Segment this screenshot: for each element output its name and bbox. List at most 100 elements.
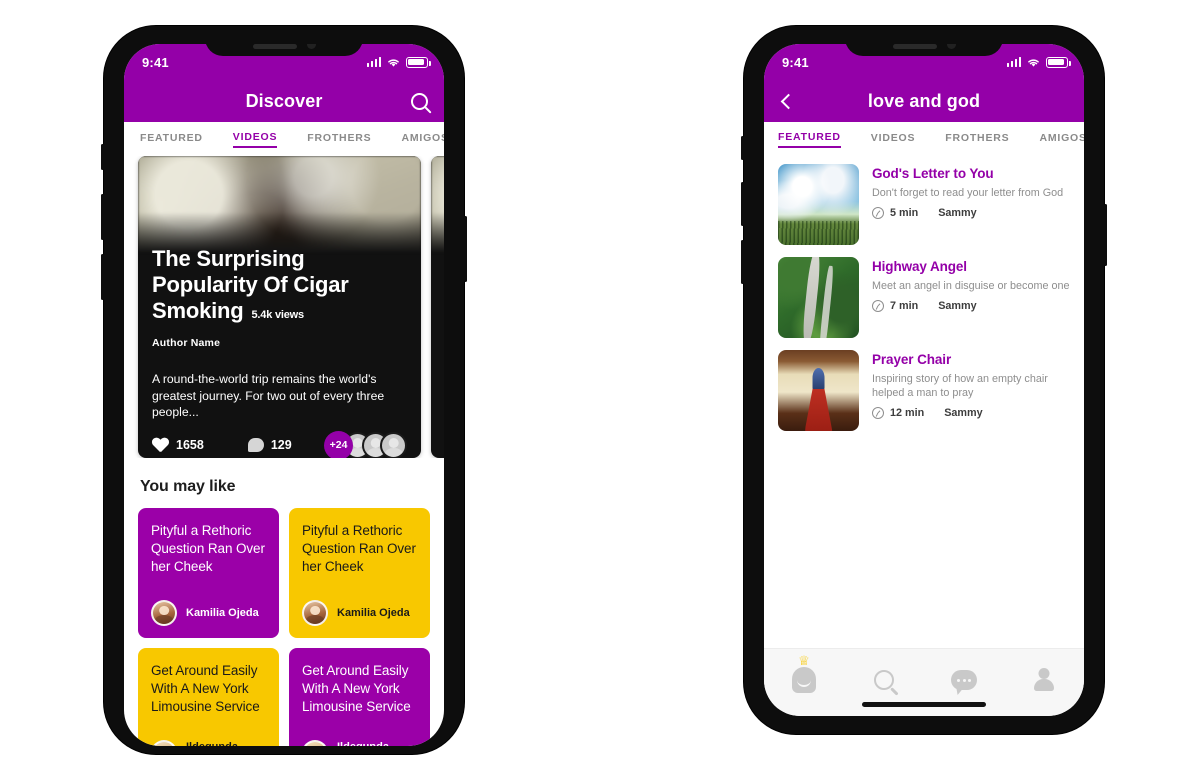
featured-card-image (138, 156, 421, 252)
list-item-description: Meet an angel in disguise or become one (872, 280, 1070, 292)
back-button[interactable] (780, 93, 797, 109)
list-item-description: Inspiring story of how an empty chair he… (872, 373, 1048, 399)
earpiece-speaker (252, 44, 297, 49)
clock-icon (872, 207, 884, 219)
recommendation-tile[interactable]: Pityful a Rethoric Question Ran Over her… (289, 508, 430, 638)
left-phone-screen: 9:41 Discover FEATURED VIDEOS FROTHERS A… (124, 44, 444, 746)
like-stat[interactable]: 1658 (152, 438, 204, 453)
tabbar-item-messages[interactable] (924, 663, 1004, 697)
featured-author: Author Name (152, 337, 221, 349)
list-item-info: God's Letter to You Don't forget to read… (872, 164, 1070, 245)
volume-down-button[interactable] (101, 254, 104, 300)
tile-title: Pityful a Rethoric Question Ran Over her… (302, 523, 416, 574)
comment-icon (247, 438, 264, 452)
left-nav-bar: Discover (124, 80, 444, 122)
screenshot-canvas: 9:41 Discover FEATURED VIDEOS FROTHERS A… (0, 0, 1200, 780)
right-phone-screen: 9:41 love and god FEATURED VIDEOS FROTHE… (764, 44, 1084, 716)
list-item[interactable]: Prayer Chair Inspiring story of how an e… (764, 344, 1084, 437)
battery-icon (406, 56, 431, 68)
tab-featured[interactable]: FEATURED (140, 132, 203, 147)
tile-author-name: Kamilia Ojeda (337, 607, 410, 619)
left-status-bar: 9:41 (124, 44, 444, 80)
search-icon (411, 92, 428, 110)
notch (845, 44, 1003, 56)
tile-title: Pityful a Rethoric Question Ran Over her… (151, 523, 265, 574)
author-name: Sammy (938, 207, 977, 219)
avatar (151, 600, 177, 626)
search-button[interactable] (411, 92, 428, 110)
left-phone-mockup: 9:41 Discover FEATURED VIDEOS FROTHERS A… (101, 26, 467, 754)
featured-card[interactable]: The Surprising Popularity Of Cigar Smoki… (431, 156, 444, 458)
like-count: 1658 (176, 438, 204, 452)
duration: 12 min (890, 407, 925, 419)
search-icon (874, 670, 894, 690)
comment-stat[interactable]: 129 (247, 438, 292, 452)
tabbar-item-search[interactable] (844, 663, 924, 697)
list-item-title: God's Letter to You (872, 166, 994, 181)
list-item[interactable]: God's Letter to You Don't forget to read… (764, 158, 1084, 251)
list-item-meta: 5 min Sammy (872, 207, 1070, 219)
tabbar-item-profile[interactable] (1004, 663, 1084, 697)
recommendation-tile[interactable]: Get Around Easily With A New York Limous… (289, 648, 430, 746)
tile-author-name: Ildegunda Robles (337, 741, 417, 746)
right-tab-strip: FEATURED VIDEOS FROTHERS AMIGOS (764, 122, 1084, 156)
tile-author-name: Ildegunda Robles (186, 741, 266, 746)
featured-card-body: The Surprising Popularity Of Cigar Smoki… (431, 242, 444, 458)
clock-icon (872, 407, 884, 419)
mute-switch[interactable] (741, 136, 744, 160)
tile-title: Get Around Easily With A New York Limous… (151, 663, 260, 714)
cellular-signal-icon (366, 57, 381, 67)
tab-frothers[interactable]: FROTHERS (307, 132, 371, 147)
tab-featured[interactable]: FEATURED (778, 131, 841, 148)
volume-up-button[interactable] (101, 194, 104, 240)
front-camera (306, 44, 316, 49)
tabbar-item-home[interactable]: ♕ (764, 654, 844, 697)
author-name: Sammy (944, 407, 983, 419)
list-item-info: Prayer Chair Inspiring story of how an e… (872, 350, 1070, 431)
avatar (380, 431, 407, 458)
recommendation-tile[interactable]: Pityful a Rethoric Question Ran Over her… (138, 508, 279, 638)
featured-card[interactable]: The Surprising Popularity Of Cigar Smoki… (138, 156, 421, 458)
church-interior-photo (778, 350, 859, 431)
status-time: 9:41 (782, 54, 809, 70)
comment-count: 129 (270, 438, 292, 452)
featured-title-text: The Surprising Popularity Of Cigar Smoki… (152, 246, 349, 323)
list-item-title: Prayer Chair (872, 352, 952, 367)
status-indicators (366, 56, 431, 68)
back-chevron-icon (780, 93, 797, 109)
crown-icon: ♕ (798, 653, 810, 668)
list-item-info: Highway Angel Meet an angel in disguise … (872, 257, 1070, 338)
list-item[interactable]: Highway Angel Meet an angel in disguise … (764, 251, 1084, 344)
tile-author-name: Kamilia Ojeda (186, 607, 259, 619)
participant-avatar-stack[interactable]: +24 (324, 430, 407, 458)
featured-carousel[interactable]: The Surprising Popularity Of Cigar Smoki… (124, 156, 444, 458)
right-status-bar: 9:41 (764, 44, 1084, 80)
mute-switch[interactable] (101, 144, 104, 170)
author-name: Sammy (938, 300, 977, 312)
bottom-tab-bar: ♕ (764, 648, 1084, 716)
heart-icon (152, 438, 169, 453)
page-title: Discover (245, 90, 323, 111)
right-nav-bar: love and god (764, 80, 1084, 122)
power-button[interactable] (464, 216, 467, 282)
tab-amigos[interactable]: AMIGOS (401, 132, 444, 147)
crowned-ghost-icon (792, 667, 816, 693)
recommendation-tile[interactable]: Get Around Easily With A New York Limous… (138, 648, 279, 746)
cellular-signal-icon (1006, 57, 1021, 67)
volume-down-button[interactable] (741, 240, 744, 284)
right-phone-mockup: 9:41 love and god FEATURED VIDEOS FROTHE… (741, 26, 1107, 734)
power-button[interactable] (1104, 204, 1107, 266)
tab-videos[interactable]: VIDEOS (232, 131, 278, 148)
avatar (151, 740, 177, 746)
notch (205, 44, 363, 56)
tab-videos[interactable]: VIDEOS (871, 132, 915, 147)
featured-meta-row: 1658 129 +24 (152, 430, 407, 458)
status-indicators (1006, 56, 1071, 68)
wifi-icon (388, 58, 399, 67)
tab-frothers[interactable]: FROTHERS (945, 132, 1009, 147)
tab-amigos[interactable]: AMIGOS (1039, 132, 1084, 147)
home-indicator[interactable] (862, 702, 986, 707)
list-item-description: Don't forget to read your letter from Go… (872, 187, 1064, 199)
volume-up-button[interactable] (741, 182, 744, 226)
battery-icon (1046, 56, 1071, 68)
